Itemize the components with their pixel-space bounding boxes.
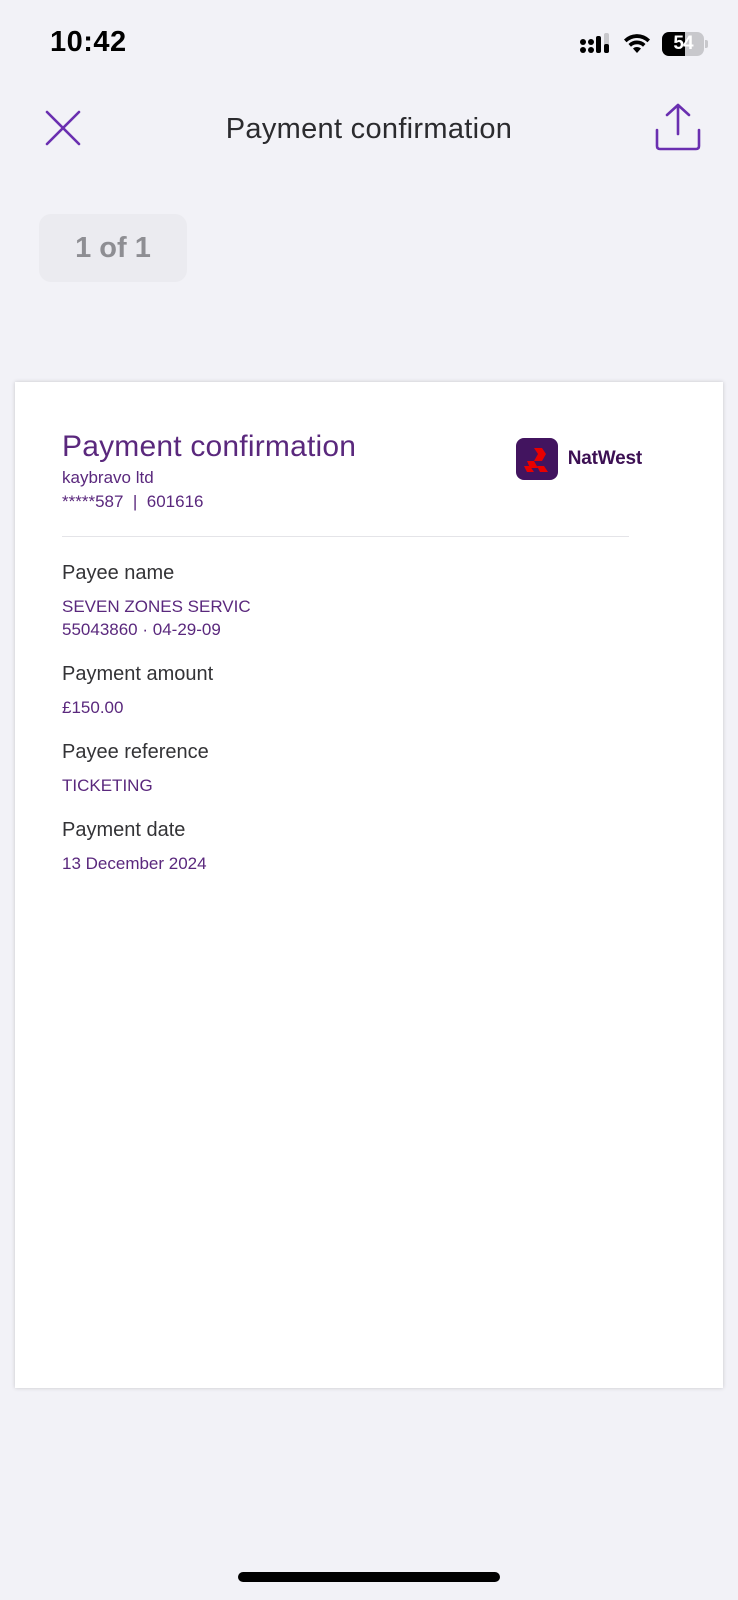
field-label: Payee reference <box>62 741 209 763</box>
status-time: 10:42 <box>50 26 127 58</box>
cellular-signal-icon <box>580 33 612 55</box>
field-payee-name: Payee name SEVEN ZONES SERVIC 55043860 ·… <box>62 562 642 641</box>
document-header: Payment confirmation kaybravo ltd *****5… <box>62 430 642 520</box>
status-indicators: 54 <box>580 32 708 56</box>
payment-details: Payee name SEVEN ZONES SERVIC 55043860 ·… <box>62 562 642 897</box>
document-preview[interactable]: Payment confirmation kaybravo ltd *****5… <box>15 382 723 1388</box>
account-number: *****587 | 601616 <box>62 492 204 511</box>
field-value: £150.00 <box>62 698 124 717</box>
field-label: Payee name <box>62 562 175 584</box>
battery-level: 54 <box>673 33 693 54</box>
share-button[interactable] <box>650 101 706 157</box>
field-label: Payment amount <box>62 663 214 685</box>
battery-icon: 54 <box>662 32 708 56</box>
brand-name: NatWest <box>567 448 642 469</box>
nav-bar: Payment confirmation <box>0 95 738 165</box>
home-indicator[interactable] <box>238 1572 500 1582</box>
battery-body: 54 <box>662 32 704 56</box>
field-label: Payment date <box>62 819 186 841</box>
field-payee-reference: Payee reference TICKETING <box>62 741 642 797</box>
share-icon <box>654 102 702 157</box>
field-payment-date: Payment date 13 December 2024 <box>62 819 642 875</box>
field-value: SEVEN ZONES SERVIC <box>62 597 251 616</box>
field-value: 55043860 · 04-29-09 <box>62 620 221 639</box>
screen: 10:42 54 Payment confirmation 1 of 1 Pay… <box>0 0 738 1600</box>
field-value: 13 December 2024 <box>62 854 207 873</box>
field-payment-amount: Payment amount £150.00 <box>62 663 642 719</box>
wifi-icon <box>622 33 652 55</box>
brand-logo: NatWest <box>515 438 642 480</box>
page-counter: 1 of 1 <box>39 214 187 282</box>
divider <box>62 536 629 537</box>
field-value: TICKETING <box>62 776 153 795</box>
page-title: Payment confirmation <box>225 113 513 145</box>
natwest-logo-icon <box>515 438 558 480</box>
status-bar: 10:42 54 <box>0 0 738 90</box>
battery-cap <box>705 40 708 48</box>
